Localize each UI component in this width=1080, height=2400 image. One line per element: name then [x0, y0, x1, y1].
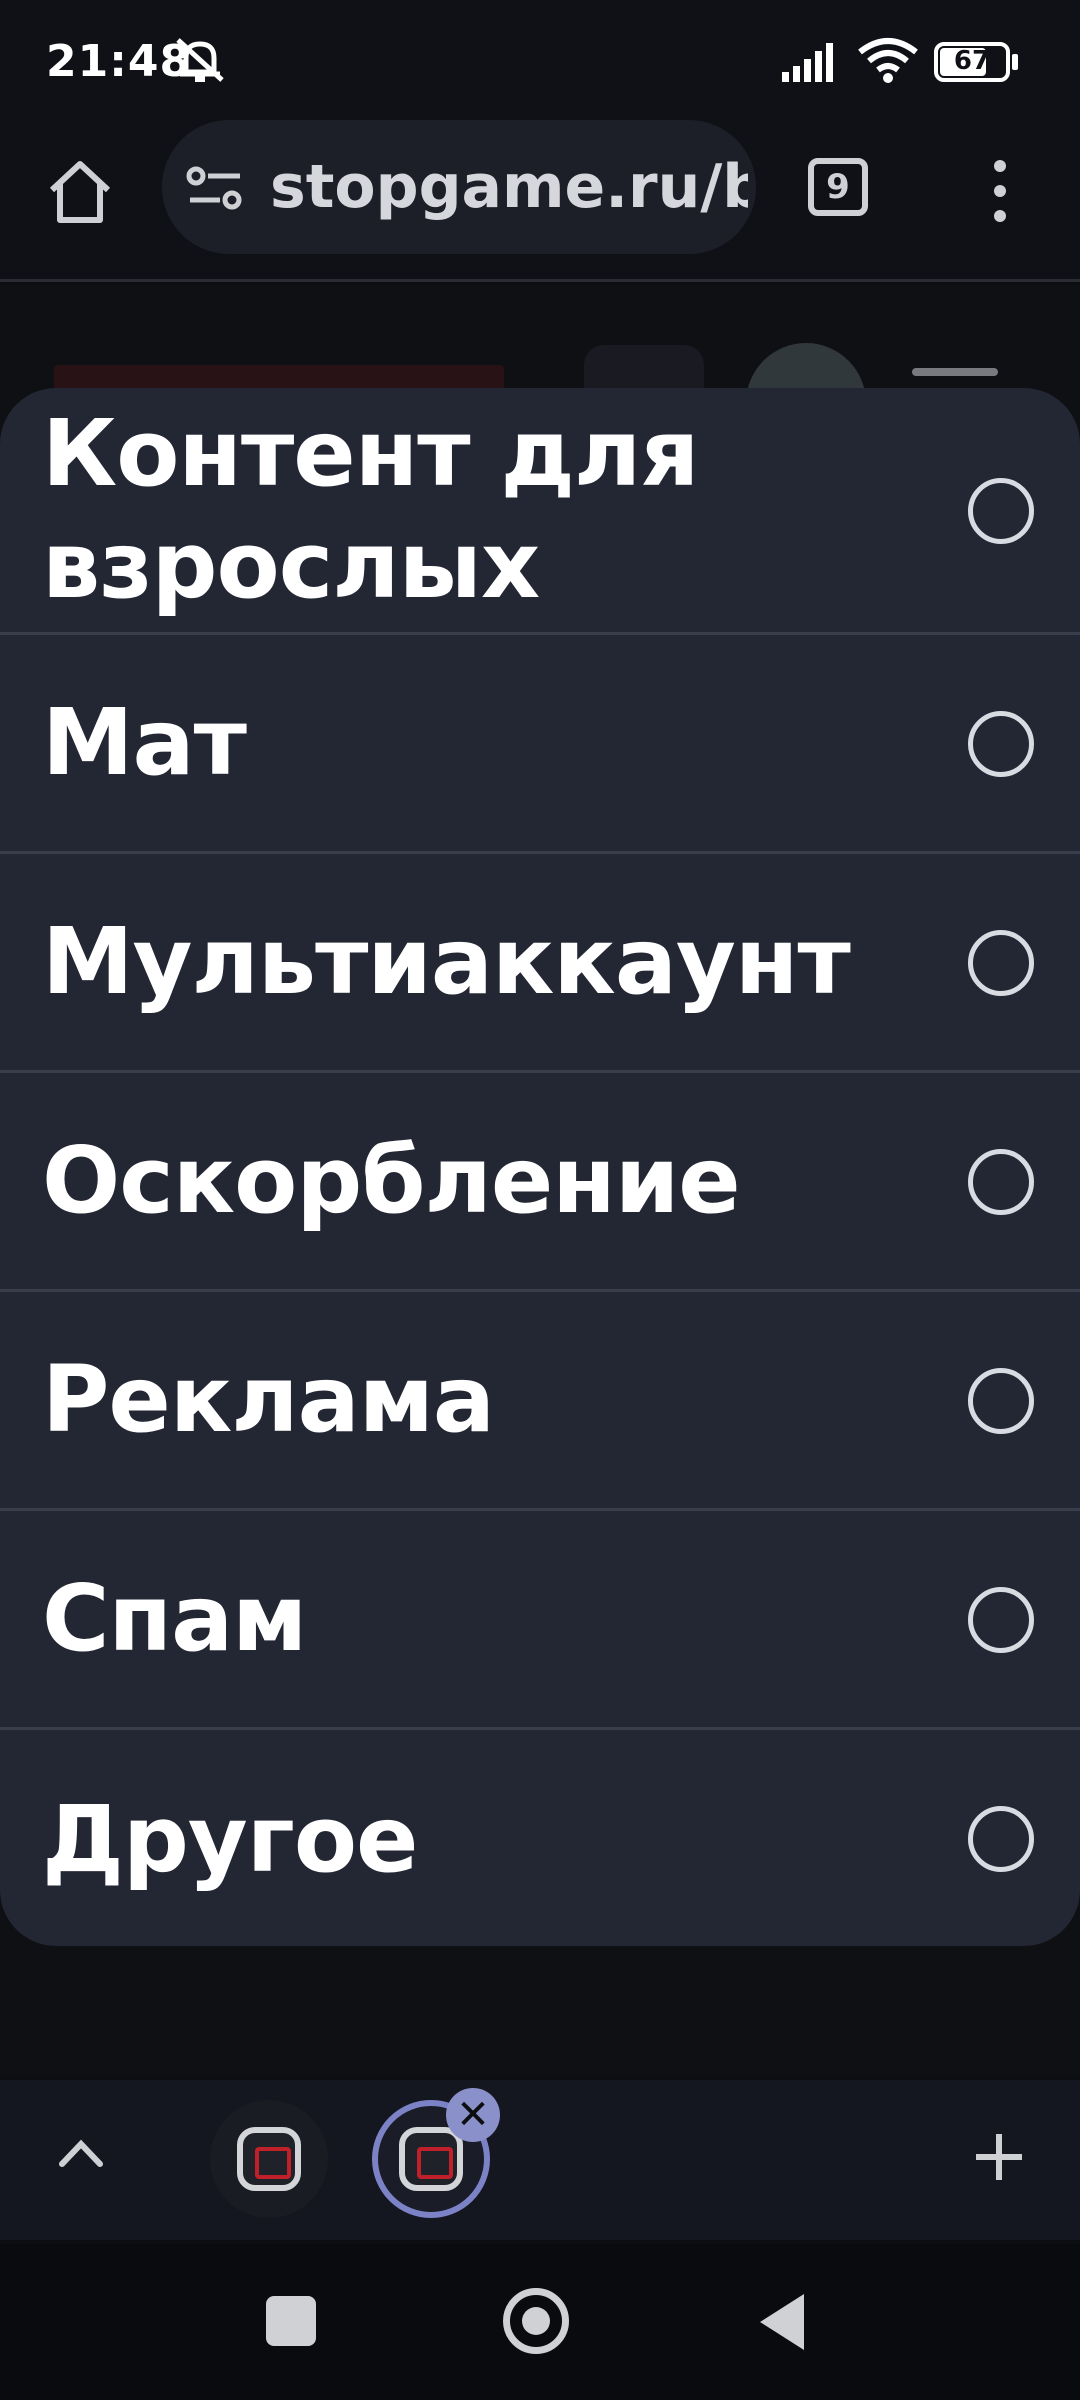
battery-icon: 67 — [934, 42, 1018, 82]
close-tab-button[interactable]: ✕ — [446, 2088, 500, 2142]
option-label: Другое — [42, 1785, 418, 1893]
tab-thumbnail[interactable] — [210, 2100, 328, 2218]
radio-button[interactable] — [968, 1587, 1034, 1653]
home-button[interactable] — [503, 2288, 569, 2354]
option-label: Оскорбление — [42, 1127, 741, 1234]
option-label: Контент для взрослых — [42, 400, 699, 619]
option-label: Мат — [42, 689, 247, 796]
radio-button[interactable] — [968, 1368, 1034, 1434]
tab-group-strip: ✕ — [0, 2080, 1080, 2240]
system-nav-bar — [0, 2244, 1080, 2400]
site-settings-icon[interactable] — [186, 164, 246, 214]
status-time: 21:48 — [46, 36, 192, 87]
option-other[interactable]: Другое — [0, 1730, 1080, 1946]
option-advertising[interactable]: Реклама — [0, 1292, 1080, 1511]
stopgame-tab-icon — [237, 2127, 301, 2191]
address-bar[interactable]: stopgame.ru/b — [162, 120, 756, 254]
option-label: Реклама — [42, 1346, 495, 1453]
wifi-icon — [858, 38, 918, 83]
option-multiaccount[interactable]: Мультиаккаунт — [0, 854, 1080, 1073]
radio-button[interactable] — [968, 930, 1034, 996]
more-vert-icon[interactable] — [990, 156, 1010, 226]
tab-switcher-button[interactable]: 9 — [808, 158, 868, 216]
report-reason-dialog: Контент для взрослых Мат Мультиаккаунт О… — [0, 388, 1080, 1946]
option-label: Спам — [42, 1565, 307, 1672]
recent-apps-button[interactable] — [266, 2296, 316, 2346]
browser-toolbar: stopgame.ru/b 9 — [0, 120, 1080, 282]
radio-button[interactable] — [968, 478, 1034, 544]
radio-button[interactable] — [968, 711, 1034, 777]
hamburger-icon — [912, 368, 998, 376]
plus-icon[interactable] — [974, 2132, 1024, 2182]
option-adult-content[interactable]: Контент для взрослых — [0, 388, 1080, 635]
back-button[interactable] — [756, 2292, 806, 2352]
battery-level: 67 — [953, 46, 991, 76]
chevron-up-icon[interactable] — [58, 2138, 104, 2168]
status-bar: 21:48 67 — [0, 0, 1080, 120]
notifications-off-icon — [176, 38, 224, 82]
option-spam[interactable]: Спам — [0, 1511, 1080, 1730]
stopgame-tab-icon — [399, 2127, 463, 2191]
home-icon[interactable] — [44, 156, 116, 228]
radio-button[interactable] — [968, 1806, 1034, 1872]
radio-button[interactable] — [968, 1149, 1034, 1215]
signal-icon — [782, 43, 833, 82]
url-text[interactable]: stopgame.ru/b — [270, 152, 748, 222]
option-label: Мультиаккаунт — [42, 908, 851, 1015]
option-insult[interactable]: Оскорбление — [0, 1073, 1080, 1292]
option-profanity[interactable]: Мат — [0, 635, 1080, 854]
